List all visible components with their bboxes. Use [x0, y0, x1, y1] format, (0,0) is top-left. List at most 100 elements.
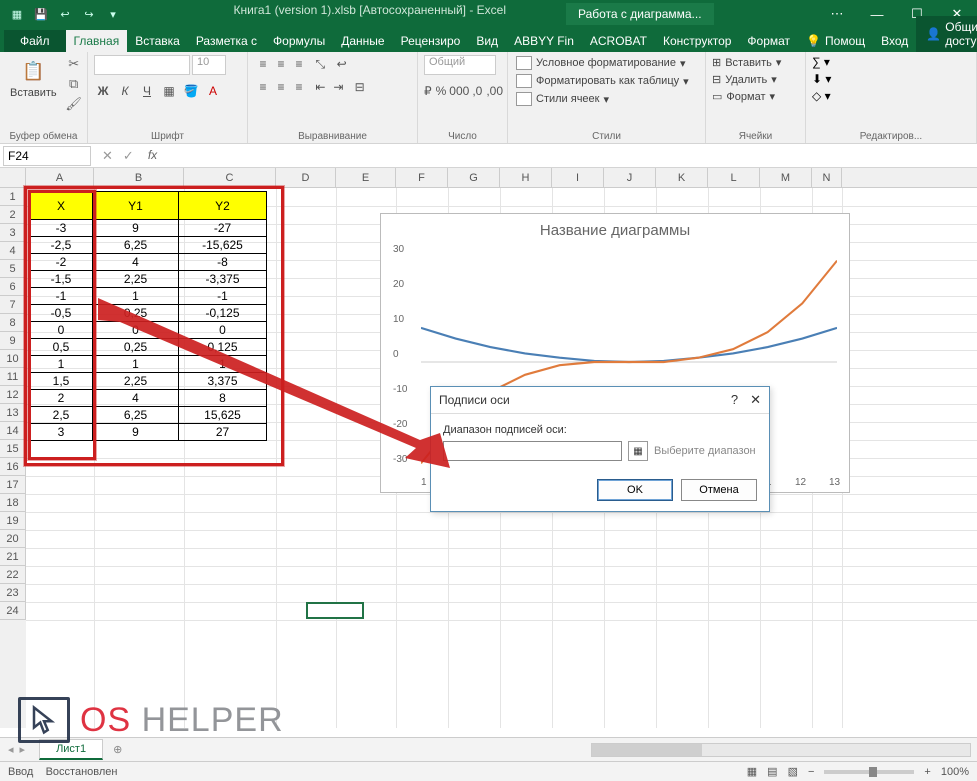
- tab-главная[interactable]: Главная: [66, 30, 128, 52]
- enter-formula-icon[interactable]: ✓: [123, 148, 134, 164]
- col-header-B[interactable]: B: [94, 168, 184, 187]
- table-cell[interactable]: 2: [30, 390, 93, 407]
- table-cell[interactable]: -2: [30, 254, 93, 271]
- indent-inc-icon[interactable]: ⇥: [329, 78, 347, 96]
- table-cell[interactable]: 3: [30, 424, 93, 441]
- align-right-icon[interactable]: ≡: [290, 78, 308, 96]
- row-header-6[interactable]: 6: [0, 278, 26, 296]
- active-cell[interactable]: [306, 602, 364, 619]
- row-header-15[interactable]: 15: [0, 440, 26, 458]
- percent-icon[interactable]: %: [436, 82, 447, 100]
- col-header-L[interactable]: L: [708, 168, 760, 187]
- row-header-16[interactable]: 16: [0, 458, 26, 476]
- row-header-17[interactable]: 17: [0, 476, 26, 494]
- table-cell[interactable]: -0,125: [179, 305, 267, 322]
- font-size-select[interactable]: 10: [192, 55, 226, 75]
- fx-icon[interactable]: fx: [144, 148, 157, 164]
- col-header-K[interactable]: K: [656, 168, 708, 187]
- row-header-4[interactable]: 4: [0, 242, 26, 260]
- col-header-C[interactable]: C: [184, 168, 276, 187]
- tab-формат[interactable]: Формат: [739, 30, 798, 52]
- align-top-icon[interactable]: ≡: [254, 55, 272, 73]
- zoom-in-icon[interactable]: +: [924, 766, 930, 778]
- col-header-A[interactable]: A: [26, 168, 94, 187]
- table-cell[interactable]: -3,375: [179, 271, 267, 288]
- table-cell[interactable]: 1: [30, 356, 93, 373]
- minimize-icon[interactable]: ―: [857, 0, 897, 28]
- copy-icon[interactable]: ⧉: [65, 75, 83, 93]
- merge-icon[interactable]: ⊟: [351, 78, 369, 96]
- tell-me[interactable]: 💡 Помощ: [798, 30, 873, 52]
- table-cell[interactable]: -1: [179, 288, 267, 305]
- zoom-out-icon[interactable]: −: [808, 766, 814, 778]
- currency-icon[interactable]: ₽: [424, 82, 432, 100]
- table-cell[interactable]: 9: [93, 424, 179, 441]
- row-header-24[interactable]: 24: [0, 602, 26, 620]
- table-cell[interactable]: 9: [93, 220, 179, 237]
- view-layout-icon[interactable]: ▤: [767, 765, 777, 778]
- row-header-22[interactable]: 22: [0, 566, 26, 584]
- formula-input[interactable]: [165, 146, 977, 166]
- row-header-2[interactable]: 2: [0, 206, 26, 224]
- save-icon[interactable]: 💾: [32, 5, 50, 23]
- tab-разметка с[interactable]: Разметка с: [188, 30, 265, 52]
- table-cell[interactable]: 2,25: [93, 271, 179, 288]
- row-header-12[interactable]: 12: [0, 386, 26, 404]
- view-break-icon[interactable]: ▧: [788, 765, 798, 778]
- row-header-13[interactable]: 13: [0, 404, 26, 422]
- table-cell[interactable]: 3,375: [179, 373, 267, 390]
- format-as-table[interactable]: Форматировать как таблицу ▾: [514, 73, 699, 89]
- axis-range-input[interactable]: [443, 441, 622, 461]
- table-cell[interactable]: 0: [30, 322, 93, 339]
- tab-рецензиро[interactable]: Рецензиро: [393, 30, 469, 52]
- zoom-level[interactable]: 100%: [941, 766, 969, 778]
- table-cell[interactable]: -3: [30, 220, 93, 237]
- table-cell[interactable]: 2,5: [30, 407, 93, 424]
- bold-icon[interactable]: Ж: [94, 82, 112, 100]
- tab-формулы[interactable]: Формулы: [265, 30, 333, 52]
- conditional-formatting[interactable]: Условное форматирование ▾: [514, 55, 699, 71]
- table-cell[interactable]: -2,5: [30, 237, 93, 254]
- row-header-8[interactable]: 8: [0, 314, 26, 332]
- undo-icon[interactable]: ↩: [56, 5, 74, 23]
- number-format-select[interactable]: Общий: [424, 55, 496, 75]
- col-header-M[interactable]: M: [760, 168, 812, 187]
- qat-more-icon[interactable]: ▾: [104, 5, 122, 23]
- table-cell[interactable]: -15,625: [179, 237, 267, 254]
- table-cell[interactable]: 1,5: [30, 373, 93, 390]
- ok-button[interactable]: OK: [597, 479, 673, 501]
- chart-title[interactable]: Название диаграммы: [381, 214, 849, 243]
- select-all-corner[interactable]: [0, 168, 26, 187]
- ribbon-options-icon[interactable]: ⋯: [817, 0, 857, 28]
- align-center-icon[interactable]: ≡: [272, 78, 290, 96]
- col-header-J[interactable]: J: [604, 168, 656, 187]
- clear-icon[interactable]: ◇ ▾: [812, 89, 831, 103]
- row-header-18[interactable]: 18: [0, 494, 26, 512]
- table-cell[interactable]: -0,5: [30, 305, 93, 322]
- insert-cells[interactable]: ⊞ Вставить ▾: [712, 55, 799, 70]
- format-cells[interactable]: ▭ Формат ▾: [712, 89, 799, 104]
- table-cell[interactable]: 0: [179, 322, 267, 339]
- indent-dec-icon[interactable]: ⇤: [311, 78, 329, 96]
- zoom-slider[interactable]: [824, 770, 914, 774]
- table-cell[interactable]: 6,25: [93, 237, 179, 254]
- row-header-14[interactable]: 14: [0, 422, 26, 440]
- table-cell[interactable]: 1: [93, 356, 179, 373]
- row-header-7[interactable]: 7: [0, 296, 26, 314]
- inc-decimal-icon[interactable]: ,0: [472, 82, 482, 100]
- dialog-close-icon[interactable]: ✕: [750, 392, 761, 408]
- row-header-3[interactable]: 3: [0, 224, 26, 242]
- table-cell[interactable]: 1: [179, 356, 267, 373]
- table-cell[interactable]: 8: [179, 390, 267, 407]
- table-cell[interactable]: 4: [93, 390, 179, 407]
- fill-icon[interactable]: ⬇ ▾: [812, 72, 831, 86]
- fill-color-icon[interactable]: 🪣: [182, 82, 200, 100]
- align-left-icon[interactable]: ≡: [254, 78, 272, 96]
- orientation-icon[interactable]: ⤡: [311, 56, 329, 74]
- row-header-10[interactable]: 10: [0, 350, 26, 368]
- tab-acrobat[interactable]: ACROBAT: [582, 30, 655, 52]
- cancel-formula-icon[interactable]: ✕: [102, 148, 113, 164]
- view-normal-icon[interactable]: ▦: [747, 765, 757, 778]
- dec-decimal-icon[interactable]: ,00: [486, 82, 503, 100]
- delete-cells[interactable]: ⊟ Удалить ▾: [712, 72, 799, 87]
